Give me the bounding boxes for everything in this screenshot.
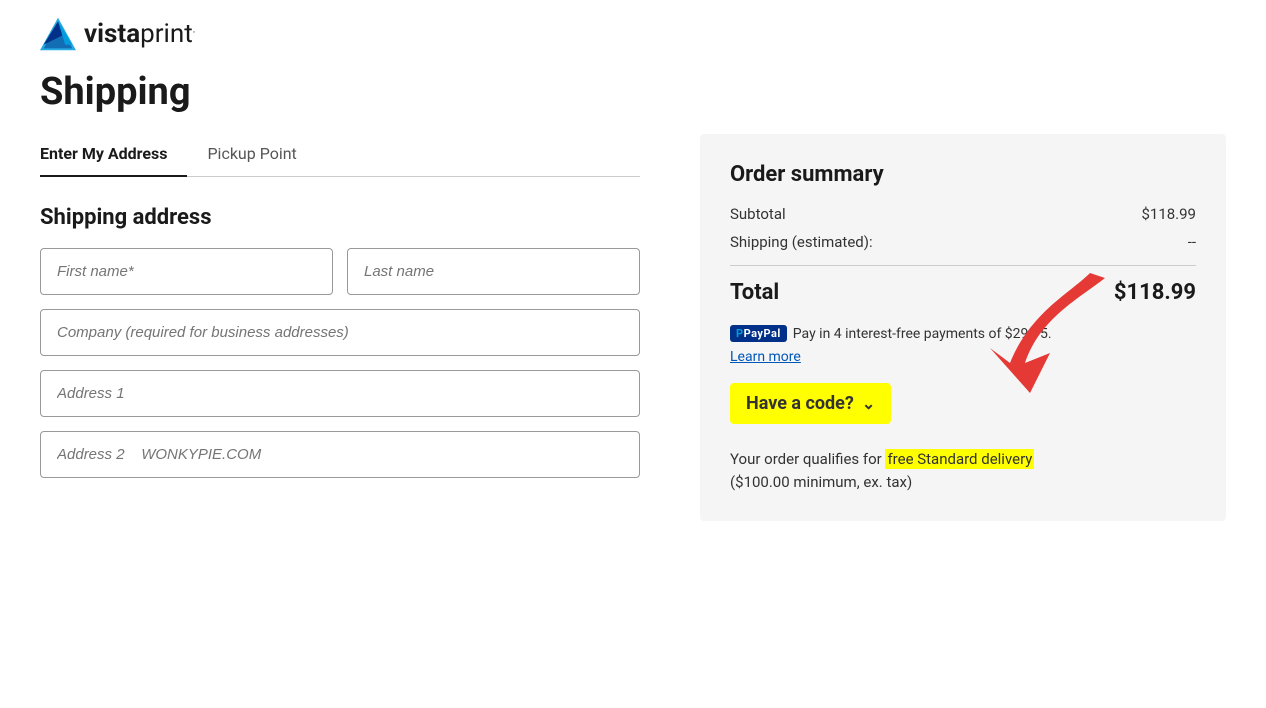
shipping-row: Shipping (estimated): -- <box>730 233 1196 251</box>
paypal-section: PPayPal Pay in 4 interest-free payments … <box>730 325 1196 365</box>
first-name-input[interactable] <box>40 248 333 295</box>
subtotal-label: Subtotal <box>730 205 786 223</box>
free-delivery-sub: ($100.00 minimum, ex. tax) <box>730 473 912 491</box>
code-section: Have a code? ⌄ <box>730 383 1196 448</box>
company-wrapper <box>40 309 640 356</box>
free-delivery-highlight: free Standard delivery <box>885 449 1034 469</box>
company-input[interactable] <box>40 309 640 356</box>
free-delivery-text: Your order qualifies for free Standard d… <box>730 448 1196 493</box>
order-summary-panel: Order summary Subtotal $118.99 Shipping … <box>700 134 1226 521</box>
left-column: Enter My Address Pickup Point Shipping a… <box>40 134 640 521</box>
header: vistaprint. <box>40 0 1226 62</box>
address1-wrapper <box>40 370 640 417</box>
name-row <box>40 248 640 295</box>
address2-wrapper <box>40 431 640 478</box>
tab-enter-address[interactable]: Enter My Address <box>40 134 187 177</box>
address1-input[interactable] <box>40 370 640 417</box>
total-row: Total $118.99 <box>730 280 1196 305</box>
tab-bar: Enter My Address Pickup Point <box>40 134 640 177</box>
learn-more-link[interactable]: Learn more <box>730 349 801 365</box>
tab-pickup-point[interactable]: Pickup Point <box>187 134 316 177</box>
subtotal-value: $118.99 <box>1141 205 1196 223</box>
logo[interactable]: vistaprint. <box>40 16 195 52</box>
address2-input[interactable] <box>40 431 640 478</box>
have-a-code-button[interactable]: Have a code? ⌄ <box>730 383 891 424</box>
total-label: Total <box>730 280 779 305</box>
total-value: $118.99 <box>1114 280 1196 305</box>
logo-text: vistaprint. <box>84 19 195 49</box>
order-summary-title: Order summary <box>730 162 1196 187</box>
paypal-logo: PPayPal <box>730 325 787 342</box>
shipping-value: -- <box>1188 233 1196 251</box>
paypal-row: PPayPal Pay in 4 interest-free payments … <box>730 325 1196 342</box>
last-name-input[interactable] <box>347 248 640 295</box>
paypal-text: Pay in 4 interest-free payments of $29.7… <box>793 326 1052 342</box>
shipping-address-title: Shipping address <box>40 205 640 230</box>
chevron-down-icon: ⌄ <box>862 394 875 413</box>
have-a-code-label: Have a code? <box>746 393 854 414</box>
subtotal-row: Subtotal $118.99 <box>730 205 1196 223</box>
shipping-label: Shipping (estimated): <box>730 233 873 251</box>
page-title: Shipping <box>40 70 1226 114</box>
summary-divider <box>730 265 1196 266</box>
